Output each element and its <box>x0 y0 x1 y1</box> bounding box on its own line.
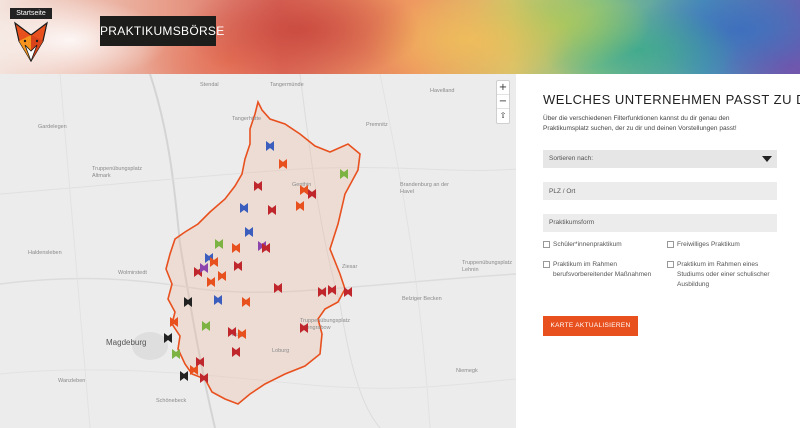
location-input[interactable] <box>543 182 777 200</box>
company-marker-icon[interactable] <box>308 186 316 199</box>
header-banner: Startseite PRAKTIKUMSBÖRSE <box>0 0 800 74</box>
company-marker-icon[interactable] <box>228 324 236 337</box>
company-marker-icon[interactable] <box>266 138 274 151</box>
company-marker-icon[interactable] <box>180 368 188 381</box>
company-marker-icon[interactable] <box>170 314 178 327</box>
checkbox-box[interactable] <box>667 241 674 248</box>
company-marker-icon[interactable] <box>200 260 208 273</box>
company-marker-icon[interactable] <box>200 370 208 383</box>
home-logo[interactable]: Startseite <box>10 8 52 66</box>
map-view[interactable]: Stendal Gardelegen Tangerhütte Truppenüb… <box>0 74 516 428</box>
map-label-ziesar: Ziesar <box>342 264 358 270</box>
company-marker-icon[interactable] <box>254 178 262 191</box>
map-label-magdeburg: Magdeburg <box>106 338 147 347</box>
company-marker-icon[interactable] <box>296 198 304 211</box>
checkbox-schuelerpraktikum[interactable]: Schüler*innenpraktikum <box>543 240 663 252</box>
company-marker-icon[interactable] <box>164 330 172 343</box>
map-label-haldensleben: Haldensleben <box>28 250 62 256</box>
map-label-troeg-altmark: Truppenübungsplatz Altmark <box>92 166 142 179</box>
company-marker-icon[interactable] <box>190 362 198 375</box>
checkbox-berufsvorbereitende-massnahmen[interactable]: Praktikum im Rahmen berufsvorbereitender… <box>543 260 663 284</box>
checkbox-freiwilliges-praktikum[interactable]: Freiwilliges Praktikum <box>667 240 777 252</box>
company-marker-icon[interactable] <box>232 344 240 357</box>
map-label-troeg-altengrabow: Truppenübungsplatz Altengrabow <box>300 318 350 331</box>
zoom-out-button[interactable]: − <box>497 95 509 109</box>
company-marker-icon[interactable] <box>340 166 348 179</box>
checkbox-studium-ausbildung[interactable]: Praktikum im Rahmen eines Studiums oder … <box>667 260 777 294</box>
map-label-schoenebeck: Schönebeck <box>156 398 187 404</box>
panel-heading: WELCHES UNTERNEHMEN PASST ZU DIR? <box>543 92 800 107</box>
company-marker-icon[interactable] <box>279 156 287 169</box>
sort-select-label: Sortieren nach: <box>549 155 594 162</box>
map-label-niemegk: Niemegk <box>456 368 478 374</box>
map-label-troeg-lehnin: Truppenübungsplatz Lehnin <box>462 260 512 273</box>
company-marker-icon[interactable] <box>268 202 276 215</box>
zoom-in-button[interactable]: + <box>497 81 509 95</box>
checkbox-box[interactable] <box>667 261 674 268</box>
map-label-wolmirstedt: Wolmirstedt <box>118 270 147 276</box>
map-label-stendal: Stendal <box>200 82 219 88</box>
company-marker-icon[interactable] <box>318 284 326 297</box>
company-marker-icon[interactable] <box>172 346 180 359</box>
sort-select[interactable]: Sortieren nach: <box>543 150 777 168</box>
company-marker-icon[interactable] <box>234 258 242 271</box>
company-marker-icon[interactable] <box>245 224 253 237</box>
checkbox-box[interactable] <box>543 241 550 248</box>
page-title: PRAKTIKUMSBÖRSE <box>100 16 224 46</box>
map-label-gardelegen: Gardelegen <box>38 124 67 130</box>
checkbox-label: Freiwilliges Praktikum <box>677 241 740 248</box>
panel-intro: Über die verschiedenen Filterfunktionen … <box>543 115 737 132</box>
zoom-control: + − ⇧ <box>496 80 510 124</box>
checkbox-label: Schüler*innenpraktikum <box>553 241 622 248</box>
company-marker-icon[interactable] <box>238 326 246 339</box>
map-label-havelland: Havelland <box>430 88 455 94</box>
map-label-wanzleben: Wanzleben <box>58 378 86 384</box>
checkbox-label: Praktikum im Rahmen eines Studiums oder … <box>677 261 770 288</box>
company-marker-icon[interactable] <box>274 280 282 293</box>
chevron-down-icon[interactable] <box>757 150 777 168</box>
map-label-tangermuende: Tangermünde <box>270 82 304 88</box>
filter-panel: WELCHES UNTERNEHMEN PASST ZU DIR? Über d… <box>543 74 800 428</box>
map-label-premnitz: Premnitz <box>366 122 388 128</box>
update-map-button[interactable]: KARTE AKTUALISIEREN <box>543 316 638 336</box>
company-marker-icon[interactable] <box>202 318 210 331</box>
company-marker-icon[interactable] <box>240 200 248 213</box>
company-marker-icon[interactable] <box>214 292 222 305</box>
company-marker-icon[interactable] <box>210 254 218 267</box>
company-marker-icon[interactable] <box>207 274 215 287</box>
company-marker-icon[interactable] <box>184 294 192 307</box>
map-base <box>0 74 516 428</box>
reset-view-button[interactable]: ⇧ <box>497 109 509 123</box>
company-marker-icon[interactable] <box>262 240 270 253</box>
company-marker-icon[interactable] <box>328 282 336 295</box>
map-label-loburg: Loburg <box>272 348 290 354</box>
company-marker-icon[interactable] <box>300 182 308 195</box>
company-marker-icon[interactable] <box>215 236 223 249</box>
internship-type-label: Praktikumsform <box>543 214 777 232</box>
map-label-brandenburg: Brandenburg an der Havel <box>400 182 449 195</box>
map-label-belziger: Belziger Becken <box>402 296 442 302</box>
company-marker-icon[interactable] <box>344 284 352 297</box>
company-marker-icon[interactable] <box>232 240 240 253</box>
fox-logo-icon <box>14 21 48 63</box>
checkbox-label: Praktikum im Rahmen berufsvorbereitender… <box>553 261 652 278</box>
checkbox-box[interactable] <box>543 261 550 268</box>
company-marker-icon[interactable] <box>218 268 226 281</box>
company-marker-icon[interactable] <box>300 320 308 333</box>
company-marker-icon[interactable] <box>242 294 250 307</box>
map-label-tangerhuette: Tangerhütte <box>232 116 262 122</box>
logo-label: Startseite <box>10 8 52 19</box>
